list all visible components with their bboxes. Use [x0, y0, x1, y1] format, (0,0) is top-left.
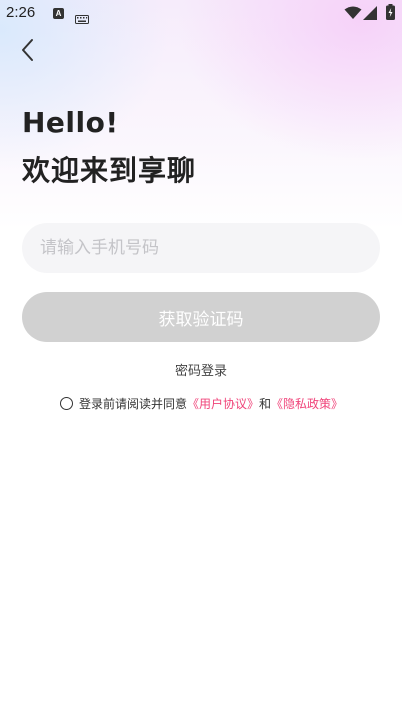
status-bar: 2:26 A	[0, 0, 402, 28]
password-login-link[interactable]: 密码登录	[0, 360, 402, 379]
notification-a-icon: A	[53, 8, 64, 19]
agreement-prefix: 登录前请阅读并同意	[79, 397, 188, 411]
back-button[interactable]	[14, 36, 42, 64]
keyboard-icon	[75, 9, 89, 28]
chevron-left-icon	[22, 39, 33, 61]
privacy-policy-link[interactable]: 《隐私政策》	[271, 395, 343, 412]
battery-charging-icon	[386, 4, 395, 24]
agree-checkbox[interactable]	[60, 397, 73, 410]
welcome-title: 欢迎来到享聊	[22, 154, 197, 187]
agreement-row: 登录前请阅读并同意 《用户协议》 和 《隐私政策》	[60, 395, 343, 412]
welcome-hello: Hello!	[22, 106, 119, 139]
agreement-conjunction: 和	[259, 397, 272, 411]
signal-icon	[363, 5, 377, 24]
user-agreement-link[interactable]: 《用户协议》	[187, 395, 259, 412]
status-time: 2:26	[6, 4, 36, 21]
get-code-button[interactable]: 获取验证码	[22, 292, 380, 342]
phone-input[interactable]	[22, 223, 380, 273]
wifi-icon	[344, 5, 362, 24]
